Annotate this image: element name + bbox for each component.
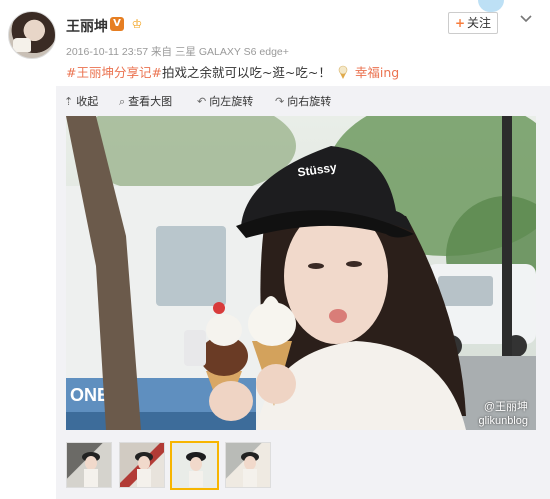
avatar-cake-shape — [13, 38, 31, 52]
search-icon: ⌕ — [119, 95, 126, 108]
mascot-decoration-icon — [478, 0, 504, 12]
topic-link[interactable]: #王丽坤分享记# — [66, 65, 162, 80]
media-toolbar: ⇡ 收起 ⌕ 查看大图 ↶ 向左旋转 ↷ 向右旋转 — [56, 86, 550, 114]
expanded-media-panel: ⇡ 收起 ⌕ 查看大图 ↶ 向左旋转 ↷ 向右旋转 ONE Stüssy @王丽… — [56, 86, 550, 499]
view-large-button[interactable]: ⌕ 查看大图 — [119, 93, 172, 109]
post-header: 王丽坤 V ♔ + 关注 2016-10-11 23:57 来自 三星 GALAX… — [0, 0, 550, 86]
rotate-right-button[interactable]: ↷ 向右旋转 — [275, 93, 331, 109]
watermark-site: glikunblog — [478, 415, 528, 427]
thumbnail-figure — [241, 452, 259, 487]
thumbnail-2[interactable] — [119, 442, 165, 488]
avatar[interactable] — [8, 11, 56, 59]
view-large-label: 查看大图 — [128, 95, 173, 108]
thumbnail-figure — [135, 452, 153, 487]
thumbnail-figure — [82, 452, 100, 487]
follow-button[interactable]: + 关注 — [448, 12, 498, 34]
ice-cream-emoji-icon — [338, 65, 348, 79]
post-meta[interactable]: 2016-10-11 23:57 来自 三星 GALAXY S6 edge+ — [66, 44, 289, 59]
thumbnail-figure — [186, 452, 206, 487]
post-body: 拍戏之余就可以吃~逛~吃~！ — [161, 65, 331, 80]
plus-icon: + — [454, 16, 466, 30]
rotate-left-label: 向左旋转 — [209, 95, 254, 108]
rotate-left-icon: ↶ — [197, 95, 207, 108]
photo-illustration: ONE Stüssy — [66, 116, 536, 430]
collapse-button[interactable]: ⇡ 收起 — [64, 93, 98, 109]
username[interactable]: 王丽坤 — [66, 16, 108, 36]
chevron-down-icon[interactable] — [520, 12, 532, 27]
vip-crown-icon: ♔ — [131, 17, 143, 31]
mood-link[interactable]: 幸福ing — [355, 65, 399, 80]
svg-text:ONE: ONE — [70, 385, 109, 405]
rotate-left-button[interactable]: ↶ 向左旋转 — [197, 93, 253, 109]
watermark-user: @王丽坤 — [483, 401, 528, 413]
rotate-right-icon: ↷ — [275, 95, 285, 108]
thumbnail-4[interactable] — [225, 442, 271, 488]
post-text: #王丽坤分享记#拍戏之余就可以吃~逛~吃~！ 幸福ing — [66, 62, 399, 81]
collapse-icon: ⇡ — [64, 95, 74, 108]
post-photo[interactable]: ONE Stüssy @王丽坤 glikunblog — [66, 116, 536, 430]
thumbnail-1[interactable] — [66, 442, 112, 488]
collapse-label: 收起 — [76, 95, 99, 108]
thumbnail-3-active[interactable] — [170, 441, 219, 490]
follow-label: 关注 — [467, 16, 492, 30]
verified-badge-icon: V — [110, 17, 124, 31]
rotate-right-label: 向右旋转 — [287, 95, 332, 108]
